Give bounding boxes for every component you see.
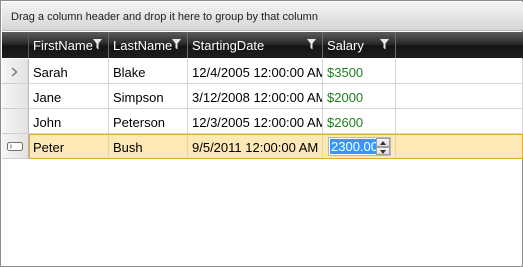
cell-lastname[interactable]: Blake [109, 59, 188, 84]
cell-lastname[interactable]: Peterson [109, 109, 188, 134]
column-header-startingdate[interactable]: StartingDate [188, 32, 323, 58]
caret-up-icon [380, 141, 386, 145]
column-header-label: StartingDate [192, 38, 265, 53]
cell-firstname[interactable]: John [29, 109, 109, 134]
cell-filler [396, 134, 523, 159]
salary-selected-text: 2300.00 [330, 139, 379, 154]
row-indicator[interactable] [2, 84, 29, 109]
cell-firstname[interactable]: Sarah [29, 59, 109, 84]
spin-down-button[interactable] [376, 146, 390, 155]
header-indent-cell [2, 32, 29, 58]
row-indicator[interactable] [2, 59, 29, 84]
cell-salary[interactable]: $2600 [323, 109, 396, 134]
column-header-label: FirstName [33, 38, 93, 53]
column-header-salary[interactable]: Salary [323, 32, 396, 58]
cell-firstname[interactable]: Jane [29, 84, 109, 109]
data-grid: Drag a column header and drop it here to… [0, 0, 523, 267]
group-panel-hint: Drag a column header and drop it here to… [11, 11, 318, 23]
column-header-firstname[interactable]: FirstName [29, 32, 109, 58]
column-header-row: FirstName LastName StartingDate Salary [2, 32, 523, 58]
filter-funnel-icon[interactable] [307, 39, 316, 50]
cell-lastname[interactable]: Simpson [109, 84, 188, 109]
group-panel[interactable]: Drag a column header and drop it here to… [2, 2, 523, 31]
cell-startingdate[interactable]: 9/5/2011 12:00:00 AM [188, 134, 323, 159]
caret-down-icon [380, 149, 386, 154]
column-header-label: LastName [113, 38, 173, 53]
column-header-lastname[interactable]: LastName [109, 32, 188, 58]
spin-up-button[interactable] [376, 138, 390, 147]
edit-row-icon [7, 142, 23, 151]
cell-lastname[interactable]: Bush [109, 134, 188, 159]
cell-salary-editor[interactable]: 2300.00 [323, 134, 396, 159]
table-row[interactable]: John Peterson 12/3/2005 12:00:00 AM $260… [2, 109, 523, 134]
table-row[interactable]: Jane Simpson 3/12/2008 12:00:00 AM $2000 [2, 84, 523, 109]
table-row-editing[interactable]: Peter Bush 9/5/2011 12:00:00 AM 2300.00 [2, 134, 523, 159]
filter-funnel-icon[interactable] [172, 39, 181, 50]
row-indicator[interactable] [2, 134, 29, 159]
cell-startingdate[interactable]: 12/4/2005 12:00:00 AM [188, 59, 323, 84]
salary-spinner [376, 138, 390, 155]
cell-salary[interactable]: $2000 [323, 84, 396, 109]
column-header-label: Salary [327, 38, 364, 53]
cell-salary[interactable]: $3500 [323, 59, 396, 84]
chevron-right-icon [11, 67, 18, 77]
row-indicator[interactable] [2, 109, 29, 134]
filter-funnel-icon[interactable] [93, 39, 102, 50]
salary-input-value[interactable]: 2300.00 [329, 138, 379, 155]
table-row[interactable]: Sarah Blake 12/4/2005 12:00:00 AM $3500 [2, 59, 523, 84]
cell-startingdate[interactable]: 12/3/2005 12:00:00 AM [188, 109, 323, 134]
cell-filler [396, 59, 523, 84]
filter-funnel-icon[interactable] [380, 39, 389, 50]
salary-numeric-input[interactable]: 2300.00 [328, 137, 391, 156]
cell-firstname[interactable]: Peter [29, 134, 109, 159]
cell-filler [396, 84, 523, 109]
cell-filler [396, 109, 523, 134]
cell-startingdate[interactable]: 3/12/2008 12:00:00 AM [188, 84, 323, 109]
